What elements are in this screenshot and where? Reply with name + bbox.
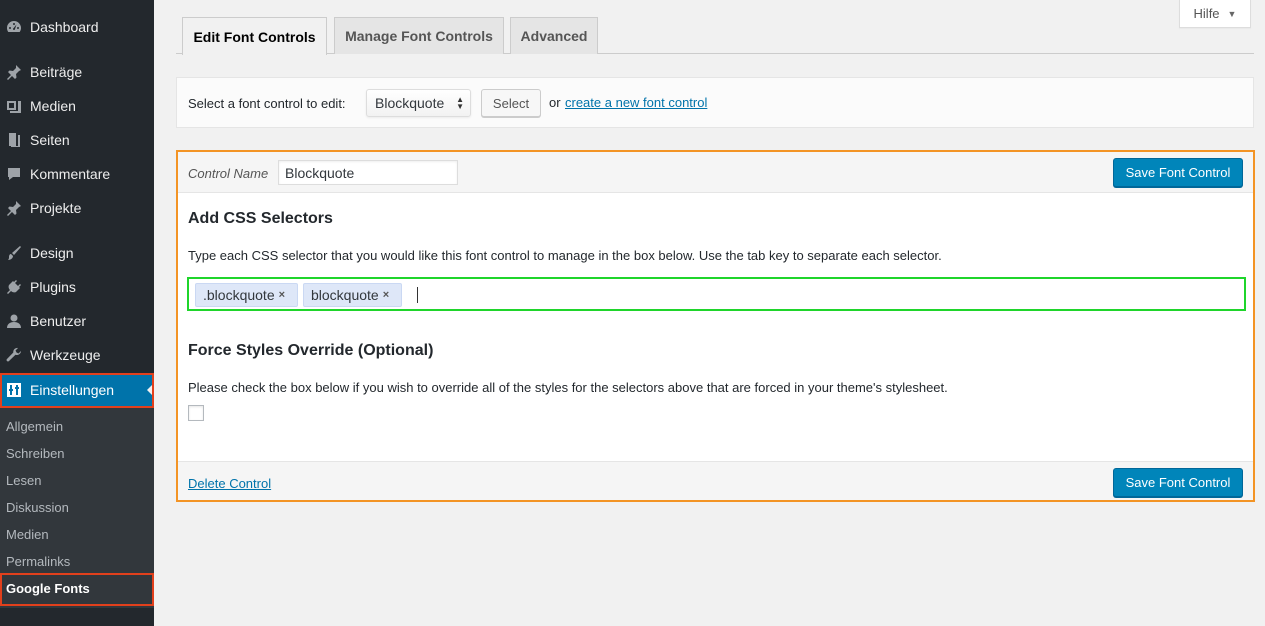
selector-tag: blockquote × [303,283,402,307]
force-styles-heading: Force Styles Override (Optional) [188,342,434,359]
save-font-control-button-top[interactable]: Save Font Control [1113,158,1243,187]
select-font-control-label: Select a font control to edit: [188,96,346,111]
font-control-select[interactable]: Blockquote ▲ ▼ [366,89,471,117]
text-caret [417,287,418,303]
selector-tag: .blockquote × [195,283,298,307]
submenu-item-writing[interactable]: Schreiben [0,440,154,467]
font-control-editor-panel: Control Name Blockquote Save Font Contro… [176,150,1255,502]
user-icon [4,311,24,331]
menu-item-label: Plugins [30,279,76,295]
remove-tag-icon[interactable]: × [279,289,285,301]
nav-tab-wrapper: Edit Font Controls Manage Font Controls … [176,17,1254,55]
font-control-select-value: Blockquote [375,95,445,111]
menu-item-projects[interactable]: Projekte [0,191,154,225]
menu-item-label: Medien [30,98,76,114]
force-styles-checkbox[interactable] [188,405,204,421]
submenu-item-permalinks[interactable]: Permalinks [0,548,154,575]
create-new-font-control-link[interactable]: create a new font control [565,95,707,110]
control-name-input[interactable]: Blockquote [278,160,458,185]
plugin-icon [4,277,24,297]
pin-icon [4,198,24,218]
menu-item-label: Seiten [30,132,70,148]
submenu-item-google-fonts[interactable]: Google Fonts [0,575,154,602]
css-selector-tag-input[interactable]: .blockquote × blockquote × [187,277,1246,311]
wrench-icon [4,345,24,365]
menu-item-label: Projekte [30,200,82,216]
menu-item-pages[interactable]: Seiten [0,123,154,157]
admin-sidebar: Dashboard Beiträge Medien Seiten Komment… [0,0,154,626]
add-css-selectors-description: Type each CSS selector that you would li… [188,248,942,263]
menu-item-label: Beiträge [30,64,83,80]
menu-item-design[interactable]: Design [0,236,154,270]
force-styles-description: Please check the box below if you wish t… [188,380,948,395]
save-font-control-button-bottom[interactable]: Save Font Control [1113,468,1243,497]
menu-item-label: Design [30,245,74,261]
remove-tag-icon[interactable]: × [383,289,389,301]
editor-header: Control Name Blockquote Save Font Contro… [178,152,1253,193]
add-css-selectors-heading: Add CSS Selectors [188,210,333,227]
menu-item-label: Werkzeuge [30,347,101,363]
submenu-item-discussion[interactable]: Diskussion [0,494,154,521]
or-text: or [549,95,561,110]
menu-item-label: Einstellungen [30,382,115,398]
selector-tag-label: .blockquote [203,287,275,303]
control-name-label: Control Name [188,166,269,181]
settings-icon [4,380,24,400]
editor-footer: Delete Control Save Font Control [178,461,1253,500]
tab-manage-font-controls[interactable]: Manage Font Controls [334,17,504,54]
submenu-item-media[interactable]: Medien [0,521,154,548]
menu-item-tools[interactable]: Werkzeuge [0,338,154,372]
menu-item-settings[interactable]: Einstellungen [0,373,154,407]
submenu-item-reading[interactable]: Lesen [0,467,154,494]
menu-item-posts[interactable]: Beiträge [0,55,154,89]
selector-tag-label: blockquote [311,287,379,303]
page-icon [4,130,24,150]
menu-item-label: Benutzer [30,313,87,329]
tab-edit-font-controls[interactable]: Edit Font Controls [182,17,327,55]
settings-submenu: Allgemein Schreiben Lesen Diskussion Med… [0,408,154,608]
pin-icon [4,62,24,82]
menu-item-label: Dashboard [30,19,99,35]
select-button[interactable]: Select [481,89,541,117]
menu-item-media[interactable]: Medien [0,89,154,123]
menu-item-comments[interactable]: Kommentare [0,157,154,191]
menu-item-label: Kommentare [30,166,111,182]
comment-icon [4,164,24,184]
media-icon [4,96,24,116]
menu-item-dashboard[interactable]: Dashboard [0,10,154,44]
select-font-control-bar: Select a font control to edit: Blockquot… [176,77,1254,128]
menu-item-users[interactable]: Benutzer [0,304,154,338]
updown-arrows-icon: ▲ ▼ [456,95,464,111]
tab-advanced[interactable]: Advanced [510,17,598,54]
dashboard-icon [4,17,24,37]
submenu-item-general[interactable]: Allgemein [0,413,154,440]
delete-control-link[interactable]: Delete Control [188,476,271,491]
brush-icon [4,243,24,263]
menu-item-plugins[interactable]: Plugins [0,270,154,304]
